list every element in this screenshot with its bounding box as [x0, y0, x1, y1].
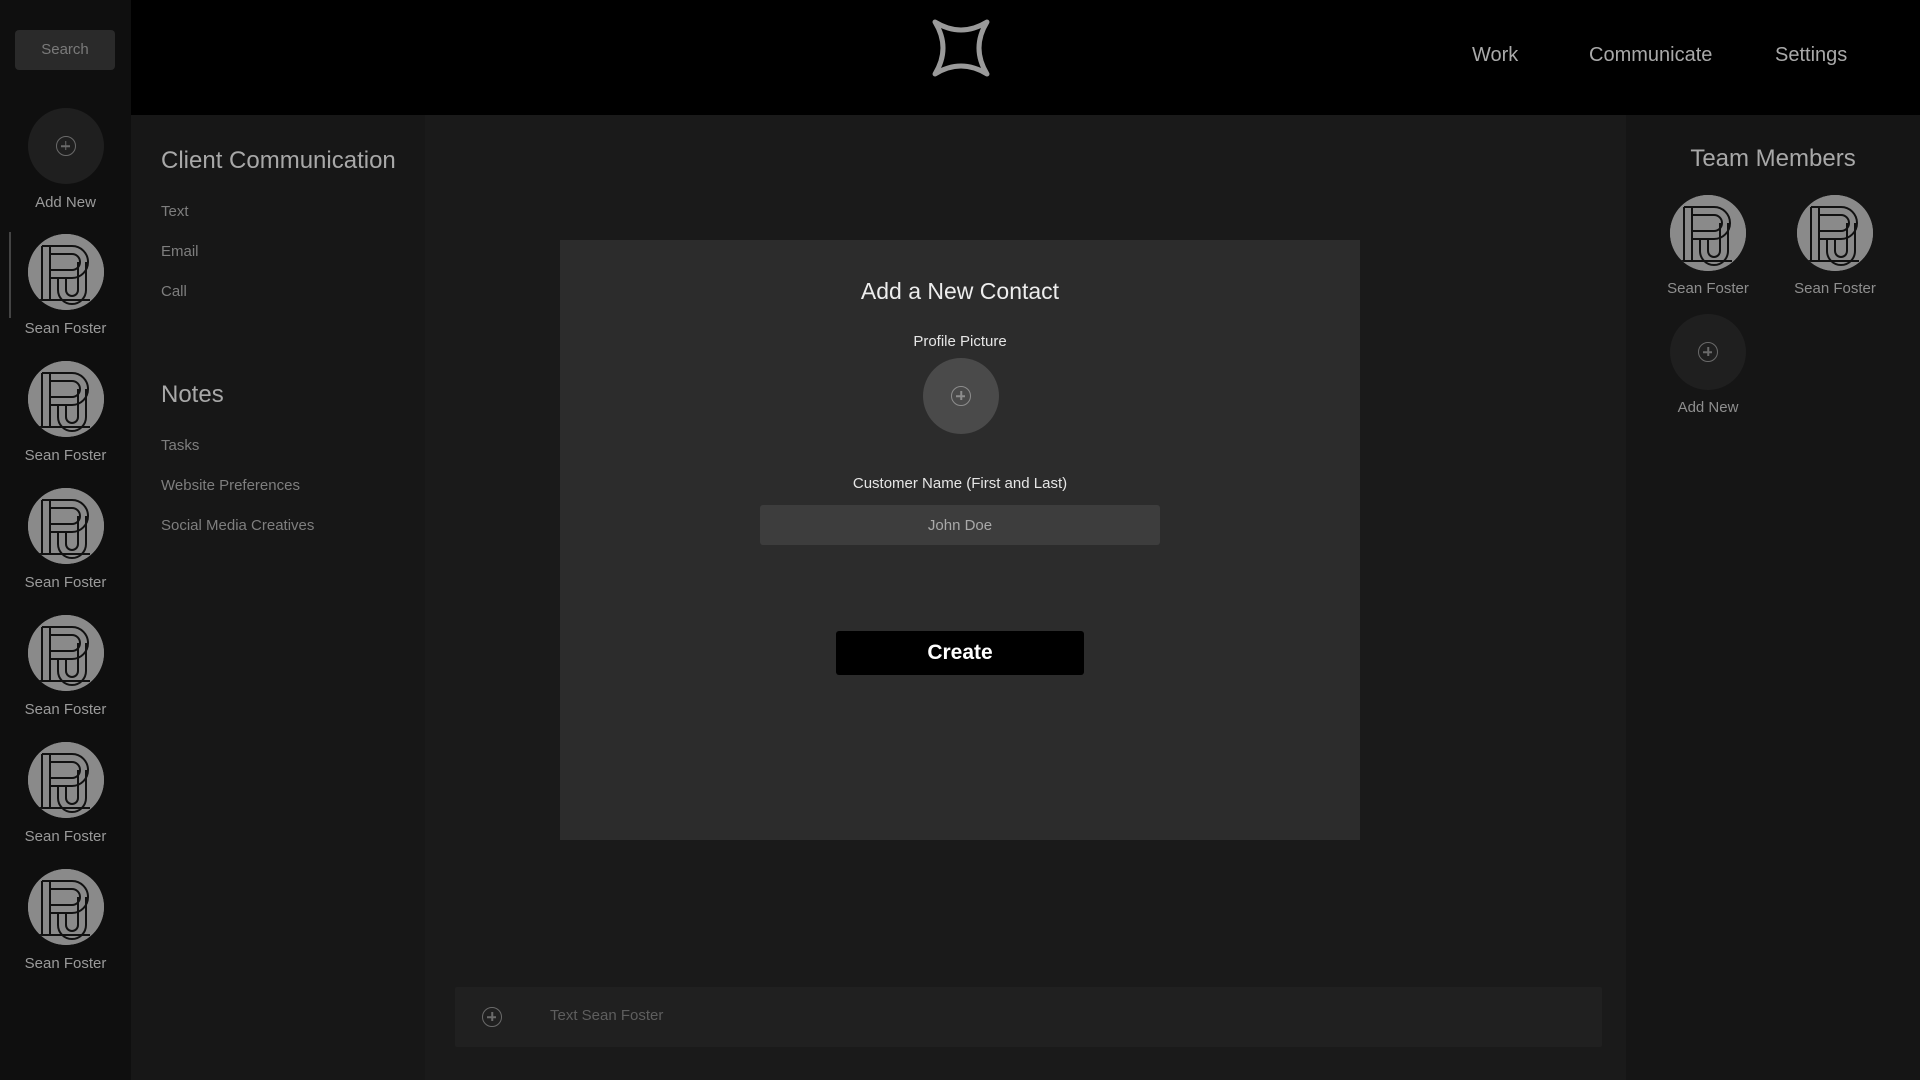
contact-item[interactable]: Sean Foster — [0, 488, 131, 591]
message-composer[interactable]: Text Sean Foster — [455, 987, 1602, 1047]
contact-name: Sean Foster — [24, 447, 107, 464]
app-logo-icon[interactable] — [931, 18, 991, 78]
menu-item-tasks[interactable]: Tasks — [161, 437, 199, 454]
create-button[interactable]: Create — [836, 631, 1084, 675]
monogram-avatar-icon — [27, 488, 104, 564]
top-bar: Work Communicate Settings — [131, 0, 1920, 115]
attach-button[interactable] — [482, 1007, 502, 1027]
menu-item-social-media-creatives[interactable]: Social Media Creatives — [161, 517, 314, 534]
add-new-label: Add New — [1677, 399, 1739, 416]
add-icon — [951, 386, 971, 406]
contact-name: Sean Foster — [24, 828, 107, 845]
nav-settings[interactable]: Settings — [1775, 44, 1847, 67]
contact-name: Sean Foster — [24, 701, 107, 718]
customer-name-label: Customer Name (First and Last) — [852, 475, 1068, 492]
monogram-avatar-icon — [27, 869, 104, 945]
monogram-avatar-icon — [1670, 195, 1746, 271]
add-circle — [27, 108, 104, 184]
add-circle — [1670, 314, 1746, 390]
notes-title: Notes — [161, 381, 224, 408]
contact-name: Sean Foster — [24, 574, 107, 591]
nav-work[interactable]: Work — [1472, 44, 1518, 67]
team-member-name: Sean Foster — [1667, 280, 1749, 297]
monogram-avatar-icon — [27, 234, 104, 310]
menu-item-website-preferences[interactable]: Website Preferences — [161, 477, 300, 494]
menu-item-email[interactable]: Email — [161, 243, 199, 260]
monogram-avatar-icon — [27, 615, 104, 691]
add-new-contact-button[interactable]: Add New — [0, 108, 131, 211]
contact-item[interactable]: Sean Foster — [0, 234, 131, 337]
menu-item-call[interactable]: Call — [161, 283, 187, 300]
modal-title: Add a New Contact — [860, 278, 1060, 304]
add-contact-modal: Add a New Contact Profile Picture Custom… — [560, 240, 1360, 840]
monogram-avatar-icon — [27, 361, 104, 437]
profile-picture-label: Profile Picture — [913, 333, 1007, 350]
message-input[interactable]: Text Sean Foster — [550, 1007, 663, 1024]
contact-item[interactable]: Sean Foster — [0, 361, 131, 464]
contact-name: Sean Foster — [24, 320, 107, 337]
left-panel: Client Communication Text Email Call Not… — [131, 115, 425, 1080]
team-member[interactable]: Sean Foster — [1653, 195, 1763, 297]
contact-item[interactable]: Sean Foster — [0, 615, 131, 718]
client-communication-title: Client Communication — [161, 147, 396, 174]
contacts-rail: Search Add New Sean Foster Sean Foster S… — [0, 0, 131, 1080]
customer-name-input[interactable] — [760, 505, 1160, 545]
add-icon — [482, 1007, 502, 1027]
profile-picture-upload[interactable] — [923, 358, 999, 434]
add-icon — [55, 136, 76, 156]
team-members-title: Team Members — [1690, 145, 1856, 172]
team-panel: Team Members Sean Foster Sean Foster Add… — [1626, 115, 1920, 1080]
add-new-label: Add New — [35, 194, 96, 211]
team-member-name: Sean Foster — [1794, 280, 1876, 297]
nav-communicate[interactable]: Communicate — [1589, 44, 1712, 67]
contact-name: Sean Foster — [24, 955, 107, 972]
monogram-avatar-icon — [1797, 195, 1873, 271]
team-member[interactable]: Sean Foster — [1780, 195, 1890, 297]
add-team-member-button[interactable]: Add New — [1653, 314, 1763, 416]
add-icon — [1698, 342, 1718, 362]
monogram-avatar-icon — [27, 742, 104, 818]
contact-item[interactable]: Sean Foster — [0, 869, 131, 972]
menu-item-text[interactable]: Text — [161, 203, 189, 220]
search-input[interactable]: Search — [15, 30, 115, 70]
contact-item[interactable]: Sean Foster — [0, 742, 131, 845]
